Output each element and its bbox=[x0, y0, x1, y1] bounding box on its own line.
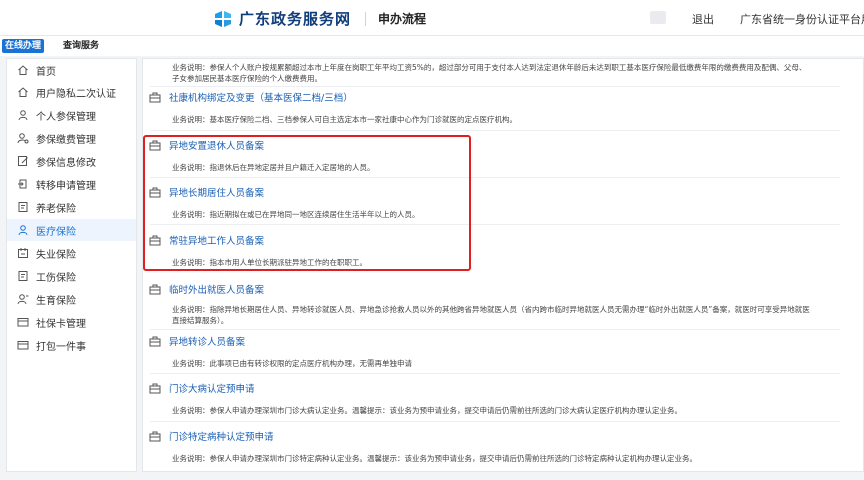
service-item-major-illness[interactable]: 门诊大病认定预申请 bbox=[149, 381, 255, 395]
sidebar-item-injury[interactable]: 工伤保险 bbox=[7, 265, 136, 287]
service-icon bbox=[149, 336, 161, 346]
person-icon bbox=[18, 225, 28, 236]
divider bbox=[150, 421, 840, 422]
sidebar-item-bundle[interactable]: 打包一件事 bbox=[7, 334, 136, 356]
service-title[interactable]: 门诊大病认定预申请 bbox=[169, 381, 255, 395]
sidebar-item-social-card[interactable]: 社保卡管理 bbox=[7, 311, 136, 333]
sidebar-item-label: 打包一件事 bbox=[36, 341, 86, 353]
card-icon bbox=[17, 318, 29, 327]
service-desc: 业务说明：基本医疗保险二档、三档参保人可自主选定本市一家社康中心作为门诊就医的定… bbox=[172, 115, 517, 124]
sidebar-item-label: 参保信息修改 bbox=[36, 157, 96, 169]
site-logo[interactable]: 广东政务服务网 申办流程 bbox=[213, 8, 426, 29]
gd-logo-icon bbox=[215, 10, 231, 27]
person-gear-icon bbox=[17, 133, 29, 144]
sidebar-item-transfer[interactable]: 转移申请管理 bbox=[7, 173, 136, 195]
sidebar-item-label: 转移申请管理 bbox=[36, 180, 96, 192]
service-icon bbox=[149, 431, 161, 441]
service-desc: 业务说明：参保人申请办理深圳市门诊特定病种认定业务。温馨提示：该业务为预申请业务… bbox=[172, 454, 697, 463]
sidebar-item-label: 首页 bbox=[36, 66, 56, 78]
service-list: 业务说明：参保人个人账户按规累额超过本市上年度在岗职工年平均工资5%的，超过部分… bbox=[142, 58, 864, 472]
calendar-icon bbox=[18, 248, 28, 258]
service-title[interactable]: 门诊特定病种认定预申请 bbox=[169, 429, 274, 443]
service-icon bbox=[149, 383, 161, 393]
page-title: 申办流程 bbox=[378, 12, 427, 26]
sidebar-item-label: 个人参保管理 bbox=[36, 111, 96, 123]
sidebar-item-label: 社保卡管理 bbox=[36, 318, 86, 330]
document-icon bbox=[18, 202, 28, 212]
service-tabs: 在线办理 查询服务 bbox=[0, 36, 864, 56]
sidebar-item-label: 失业保险 bbox=[36, 249, 76, 261]
top-bar: 广东政务服务网 申办流程 退出 广东省统一身份认证平台用户中 bbox=[0, 0, 864, 36]
sidebar-item-label: 工伤保险 bbox=[36, 272, 76, 284]
person-icon bbox=[18, 110, 28, 121]
title-divider bbox=[365, 11, 367, 26]
sidebar-item-label: 用户隐私二次认证 bbox=[36, 88, 116, 100]
home-icon bbox=[18, 87, 28, 97]
transfer-icon bbox=[18, 179, 27, 189]
card-icon bbox=[17, 341, 29, 350]
logout-link[interactable]: 退出 bbox=[692, 11, 714, 27]
service-item-referral[interactable]: 异地转诊人员备案 bbox=[149, 334, 245, 348]
divider bbox=[150, 86, 840, 87]
service-title[interactable]: 临时外出就医人员备案 bbox=[169, 282, 264, 296]
document-icon bbox=[18, 271, 28, 281]
service-icon bbox=[149, 284, 161, 294]
sidebar-item-label: 医疗保险 bbox=[36, 226, 76, 238]
sidebar-item-label: 生育保险 bbox=[36, 295, 76, 307]
highlight-box bbox=[143, 135, 471, 271]
sidebar-item-personal-insured[interactable]: 个人参保管理 bbox=[7, 104, 136, 126]
person-icon bbox=[17, 294, 29, 305]
divider bbox=[150, 329, 840, 330]
sidebar-item-home[interactable]: 首页 bbox=[7, 59, 136, 81]
avatar[interactable] bbox=[650, 11, 666, 24]
sidebar-item-info-edit[interactable]: 参保信息修改 bbox=[7, 150, 136, 172]
service-desc: 业务说明：此事项已由有转诊权限的定点医疗机构办理，无需再单独申请 bbox=[172, 359, 412, 368]
site-title: 广东政务服务网 bbox=[239, 10, 352, 28]
service-item-clinic-binding[interactable]: 社康机构绑定及变更（基本医保二档/三档） bbox=[149, 90, 353, 104]
tab-query-service[interactable]: 查询服务 bbox=[60, 39, 102, 53]
service-title[interactable]: 社康机构绑定及变更（基本医保二档/三档） bbox=[169, 90, 353, 104]
service-desc: 业务说明：参保人申请办理深圳市门诊大病认定业务。温馨提示：该业务为预申请业务，提… bbox=[172, 406, 682, 415]
sidebar-item-payment[interactable]: 参保缴费管理 bbox=[7, 127, 136, 149]
divider bbox=[150, 373, 840, 374]
service-item-specific-disease[interactable]: 门诊特定病种认定预申请 bbox=[149, 429, 274, 443]
sidebar-item-privacy-auth[interactable]: 用户隐私二次认证 bbox=[7, 81, 136, 103]
sidebar: 首页 用户隐私二次认证 个人参保管理 参保缴费管理 参保信息修改 转移申请管理 … bbox=[6, 58, 137, 472]
tab-online-service[interactable]: 在线办理 bbox=[2, 39, 45, 53]
service-item-temporary-outside[interactable]: 临时外出就医人员备案 bbox=[149, 282, 264, 296]
top-desc: 业务说明：参保人个人账户按规累额超过本市上年度在岗职工年平均工资5%的，超过部分… bbox=[172, 63, 807, 83]
sidebar-item-unemployment[interactable]: 失业保险 bbox=[7, 242, 136, 264]
platform-link[interactable]: 广东省统一身份认证平台用户中 bbox=[740, 11, 864, 27]
edit-icon bbox=[18, 156, 28, 166]
service-desc: 业务说明：指除异地长期居住人员、异地转诊就医人员、异地急诊抢救人员以外的其他跨省… bbox=[172, 305, 810, 325]
divider bbox=[150, 130, 840, 131]
sidebar-item-pension[interactable]: 养老保险 bbox=[7, 196, 136, 218]
home-icon bbox=[18, 65, 28, 75]
service-icon bbox=[149, 92, 161, 102]
service-title[interactable]: 异地转诊人员备案 bbox=[169, 334, 245, 348]
sidebar-item-label: 参保缴费管理 bbox=[36, 134, 96, 146]
sidebar-item-label: 养老保险 bbox=[36, 203, 76, 215]
sidebar-item-maternity[interactable]: 生育保险 bbox=[7, 288, 136, 310]
sidebar-item-medical[interactable]: 医疗保险 bbox=[7, 219, 136, 241]
